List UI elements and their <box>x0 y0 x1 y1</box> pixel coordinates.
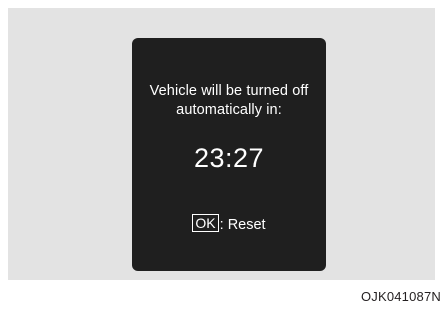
message-line-1: Vehicle will be turned off <box>149 83 309 99</box>
message-line-2: automatically in: <box>176 102 282 118</box>
ok-button[interactable]: OK <box>192 214 219 232</box>
figure-code: OJK041087N <box>360 289 441 304</box>
reset-hint: OK: Reset <box>132 214 326 235</box>
cluster-display: Vehicle will be turned off automatically… <box>132 38 326 271</box>
countdown-timer: 23:27 <box>193 143 265 173</box>
shutdown-message: Vehicle will be turned off automatically… <box>132 82 326 120</box>
reset-label: : Reset <box>219 217 266 233</box>
